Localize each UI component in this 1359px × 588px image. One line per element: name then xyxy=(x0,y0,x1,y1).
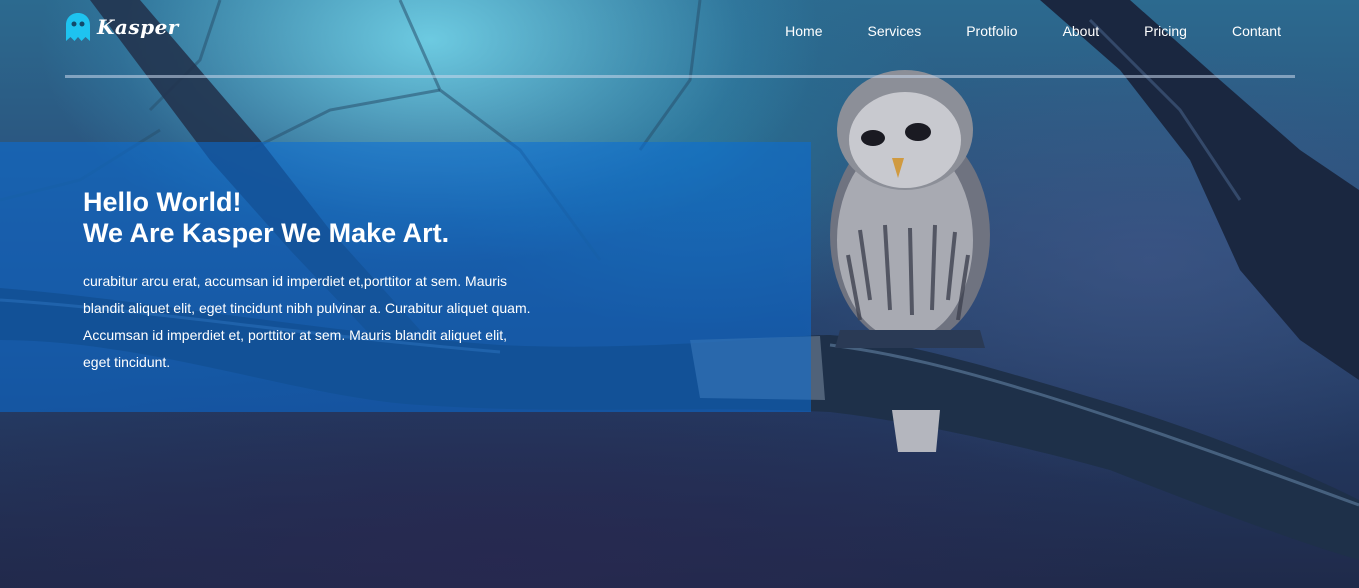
hero-title-line-2: We Are Kasper We Make Art. xyxy=(83,218,450,248)
nav-item-pricing[interactable]: Pricing xyxy=(1144,22,1187,40)
nav-item-portfolio[interactable]: Protfolio xyxy=(966,22,1017,40)
nav-item-contact[interactable]: Contant xyxy=(1232,22,1281,40)
hero-description: curabitur arcu erat, accumsan id imperdi… xyxy=(83,273,531,370)
nav-item-about[interactable]: About xyxy=(1063,22,1100,40)
ghost-icon xyxy=(66,13,90,41)
logo[interactable]: Kasper xyxy=(65,12,179,42)
hero-title: Hello World! We Are Kasper We Make Art. xyxy=(83,187,683,249)
hero-title-line-1: Hello World! xyxy=(83,187,242,217)
nav-item-services[interactable]: Services xyxy=(868,22,922,40)
header-divider xyxy=(65,75,1295,78)
site-header: Kasper Home Services Protfolio About Pri… xyxy=(65,0,1295,77)
brand-name: Kasper xyxy=(97,15,179,39)
main-nav: Home Services Protfolio About Pricing Co… xyxy=(740,22,1281,40)
nav-item-home[interactable]: Home xyxy=(785,22,822,40)
